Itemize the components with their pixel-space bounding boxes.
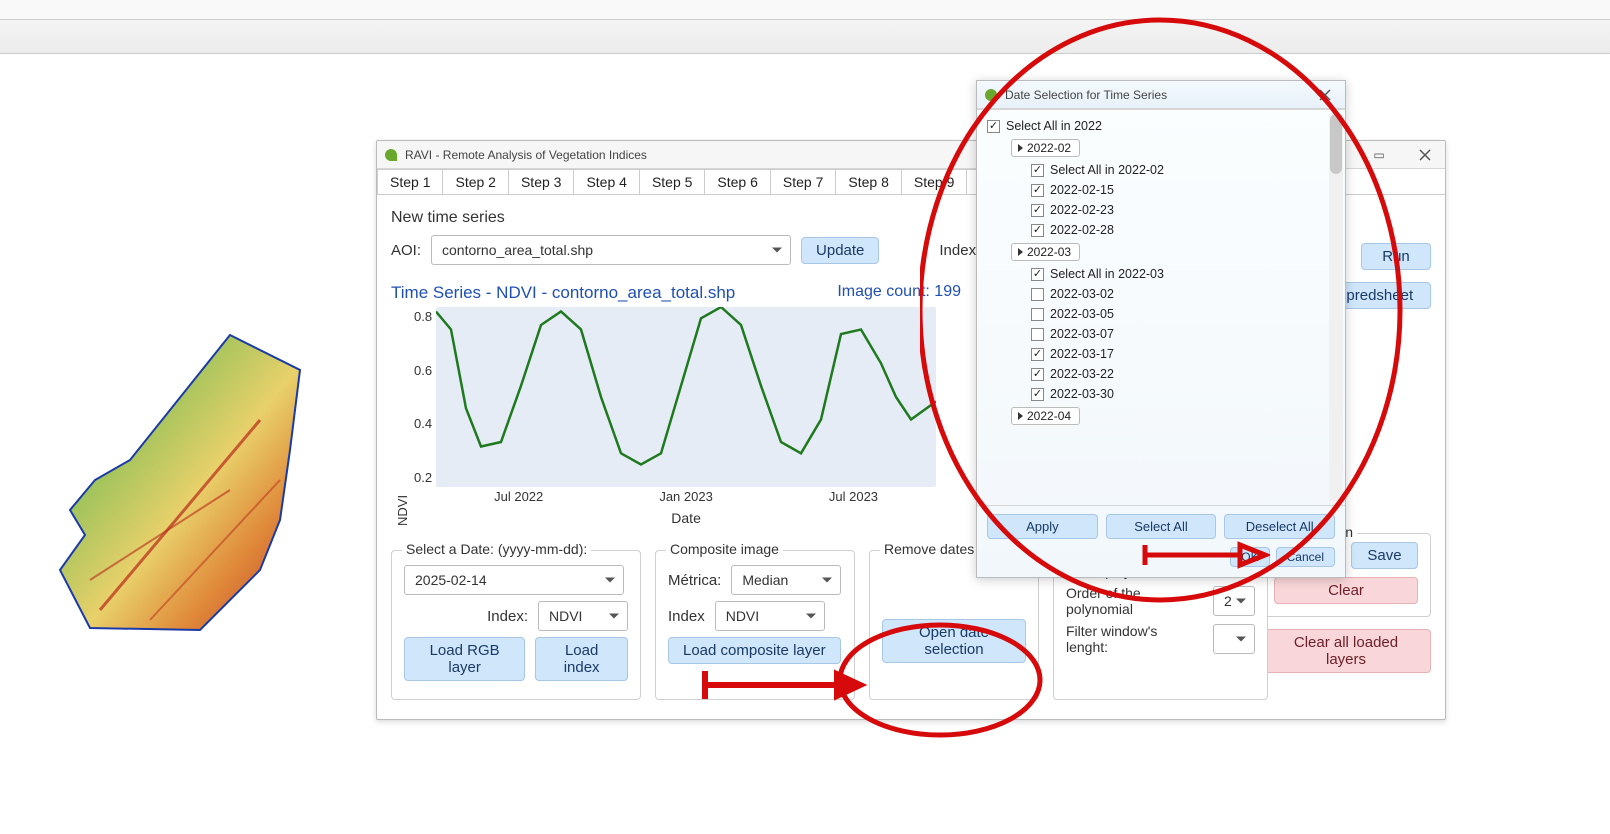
main-title: RAVI - Remote Analysis of Vegetation Ind… (405, 148, 647, 162)
tab-step-7[interactable]: Step 7 (770, 169, 836, 194)
filter-window-select[interactable] (1213, 624, 1255, 654)
tab-step-6[interactable]: Step 6 (704, 169, 770, 194)
maximize-button[interactable]: ▭ (1365, 145, 1393, 165)
tab-step-8[interactable]: Step 8 (835, 169, 901, 194)
sd-index-value: NDVI (549, 608, 582, 624)
date-label: 2022-03-22 (1050, 367, 1114, 381)
select-date-legend: Select a Date: (yyyy-mm-dd): (402, 541, 591, 557)
date-checkbox[interactable] (1031, 388, 1044, 401)
app-toolbar-ribbon (0, 20, 1610, 54)
month-02-label: 2022-02 (1027, 141, 1071, 155)
sd-index-select[interactable]: NDVI (538, 601, 628, 631)
dlg-tree[interactable]: Select All in 2022 2022-02 Select All in… (977, 109, 1345, 506)
tab-step-9[interactable]: Step 9 (901, 169, 967, 194)
month-04-label: 2022-04 (1027, 409, 1071, 423)
composite-legend: Composite image (666, 541, 783, 557)
date-label: 2022-03-02 (1050, 287, 1114, 301)
select-all-2022-label: Select All in 2022 (1006, 119, 1102, 133)
expander-2022-02[interactable]: 2022-02 (1011, 139, 1080, 157)
tab-step-1[interactable]: Step 1 (377, 169, 443, 194)
chart-xlabel: Date (436, 510, 936, 526)
run-button[interactable]: Run (1361, 243, 1431, 270)
update-button[interactable]: Update (801, 237, 879, 264)
date-checkbox[interactable] (1031, 368, 1044, 381)
aoi-label: AOI: (391, 242, 421, 259)
precip-clear-button[interactable]: Clear (1274, 577, 1418, 604)
chart-title: Time Series - NDVI - contorno_area_total… (391, 283, 735, 303)
qgis-icon (983, 87, 999, 103)
comp-index-label: Index (668, 608, 705, 625)
date-value: 2025-02-14 (415, 572, 487, 588)
comp-index-select[interactable]: NDVI (715, 601, 825, 631)
tab-step-4[interactable]: Step 4 (573, 169, 639, 194)
date-checkbox[interactable] (1031, 184, 1044, 197)
tab-step-3[interactable]: Step 3 (508, 169, 574, 194)
dlg-deselect-all-button[interactable]: Deselect All (1224, 514, 1335, 539)
chart-yticks: 0.80.60.40.2 (414, 307, 436, 487)
poly-order-label: Order of the polynomial (1066, 585, 1203, 617)
date-label: 2022-02-23 (1050, 203, 1114, 217)
remove-dates-legend: Remove dates (880, 541, 978, 557)
load-index-button[interactable]: Load index (535, 637, 628, 681)
date-checkbox[interactable] (1031, 288, 1044, 301)
aoi-select[interactable]: contorno_area_total.shp (431, 235, 791, 265)
comp-index-value: NDVI (726, 608, 759, 624)
date-checkbox[interactable] (1031, 204, 1044, 217)
expander-2022-04[interactable]: 2022-04 (1011, 407, 1080, 425)
date-label: 2022-03-05 (1050, 307, 1114, 321)
poly-order-select[interactable]: 2 (1213, 586, 1255, 616)
composite-group: Composite image Métrica: Median Index ND… (655, 550, 855, 700)
date-label: 2022-03-17 (1050, 347, 1114, 361)
date-label: 2022-03-07 (1050, 327, 1114, 341)
aoi-value: contorno_area_total.shp (442, 242, 593, 258)
tab-step-5[interactable]: Step 5 (639, 169, 705, 194)
dlg-cancel-button[interactable]: Cancel (1276, 547, 1335, 567)
dlg-apply-button[interactable]: Apply (987, 514, 1098, 539)
date-checkbox[interactable] (1031, 308, 1044, 321)
index-label: Index: (939, 242, 980, 259)
metric-select[interactable]: Median (731, 565, 841, 595)
load-composite-button[interactable]: Load composite layer (668, 637, 841, 664)
precip-save-button[interactable]: Save (1351, 542, 1418, 569)
map-aoi-thumbnail (30, 330, 350, 640)
open-date-selection-button[interactable]: Open date selection (882, 619, 1026, 663)
date-selection-dialog: Date Selection for Time Series Select Al… (976, 80, 1346, 578)
select-all-02-label: Select All in 2022-02 (1050, 163, 1164, 177)
filter-window-label: Filter window's lenght: (1066, 623, 1203, 655)
dlg-scrollbar-thumb[interactable] (1330, 114, 1342, 174)
poly-order-value: 2 (1224, 593, 1232, 609)
close-button[interactable] (1411, 145, 1439, 165)
select-all-03-label: Select All in 2022-03 (1050, 267, 1164, 281)
expander-2022-03[interactable]: 2022-03 (1011, 243, 1080, 261)
select-all-02-checkbox[interactable] (1031, 164, 1044, 177)
sd-index-label: Index: (487, 608, 528, 625)
dlg-scrollbar[interactable] (1329, 114, 1343, 501)
metric-label: Métrica: (668, 572, 721, 589)
date-checkbox[interactable] (1031, 328, 1044, 341)
chart-ylabel: NDVI (391, 307, 414, 526)
qgis-icon (383, 147, 399, 163)
load-rgb-button[interactable]: Load RGB layer (404, 637, 525, 681)
date-checkbox[interactable] (1031, 348, 1044, 361)
tab-step-2[interactable]: Step 2 (442, 169, 508, 194)
app-menubar-strip (0, 0, 1610, 20)
date-label: 2022-02-28 (1050, 223, 1114, 237)
dlg-titlebar: Date Selection for Time Series (977, 81, 1345, 109)
select-all-03-checkbox[interactable] (1031, 268, 1044, 281)
chart-xticks: Jul 2022Jan 2023Jul 2023 (436, 489, 936, 504)
metric-value: Median (742, 572, 788, 588)
date-label: 2022-03-30 (1050, 387, 1114, 401)
date-select[interactable]: 2025-02-14 (404, 565, 624, 595)
dlg-close-button[interactable] (1311, 85, 1339, 105)
date-label: 2022-02-15 (1050, 183, 1114, 197)
month-03-label: 2022-03 (1027, 245, 1071, 259)
clear-all-layers-button[interactable]: Clear all loaded layers (1261, 629, 1431, 673)
dlg-ok-button[interactable]: OK (1230, 547, 1269, 567)
select-all-2022-checkbox[interactable] (987, 120, 1000, 133)
image-count-label: Image count: 199 (837, 283, 961, 300)
date-checkbox[interactable] (1031, 224, 1044, 237)
dlg-select-all-button[interactable]: Select All (1106, 514, 1217, 539)
dlg-title: Date Selection for Time Series (1005, 88, 1167, 102)
select-date-group: Select a Date: (yyyy-mm-dd): 2025-02-14 … (391, 550, 641, 700)
